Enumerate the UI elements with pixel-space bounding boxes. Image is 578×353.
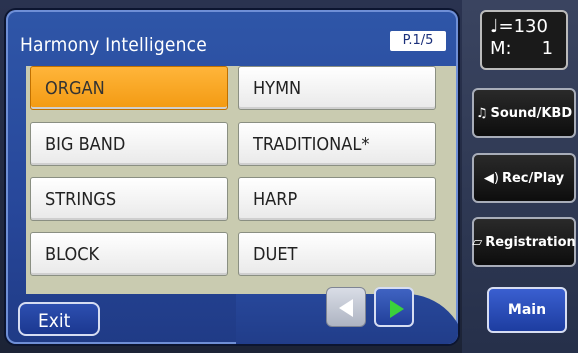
option-hymn[interactable]: HYMN — [238, 66, 436, 110]
registration-label: Registration — [485, 234, 576, 250]
main-button[interactable]: Main — [487, 287, 567, 333]
tempo-value: =130 — [498, 16, 548, 37]
measure-line: M: 1 — [490, 38, 558, 60]
option-traditional[interactable]: TRADITIONAL* — [238, 122, 436, 166]
sound-kbd-label: Sound/KBD — [490, 105, 573, 121]
option-harp[interactable]: HARP — [238, 177, 436, 221]
registration-button[interactable]: ▱ Registration — [472, 217, 576, 267]
option-duet[interactable]: DUET — [238, 232, 436, 276]
rec-play-label: Rec/Play — [501, 170, 565, 186]
panel-title: Harmony Intelligence — [20, 34, 207, 56]
option-strings[interactable]: STRINGS — [30, 177, 228, 221]
option-block[interactable]: BLOCK — [30, 232, 228, 276]
left-arrow-icon — [339, 299, 353, 317]
page-indicator: P.1/5 — [390, 31, 446, 51]
rec-play-button[interactable]: ◀) Rec/Play — [472, 153, 576, 203]
next-page-button[interactable] — [374, 287, 414, 327]
tempo-line: ♩=130 — [490, 16, 558, 38]
tempo-display: ♩=130 M: 1 — [480, 10, 568, 70]
music-note-icon: ♫ — [475, 105, 488, 121]
option-big-band[interactable]: BIG BAND — [30, 122, 228, 166]
exit-button[interactable]: Exit — [18, 302, 100, 336]
quarter-note-icon: ♩ — [490, 16, 499, 37]
measure-value: 1 — [541, 38, 554, 59]
screen: Harmony Intelligence P.1/5 ORGAN HYMN BI… — [0, 0, 578, 353]
sound-kbd-button[interactable]: ♫ Sound/KBD — [472, 88, 576, 138]
speaker-icon: ◀) — [483, 170, 499, 186]
option-organ[interactable]: ORGAN — [30, 66, 228, 110]
prev-page-button[interactable] — [326, 287, 366, 327]
book-icon: ▱ — [472, 234, 483, 250]
right-arrow-icon — [390, 300, 404, 318]
measure-label: M: — [490, 38, 512, 59]
